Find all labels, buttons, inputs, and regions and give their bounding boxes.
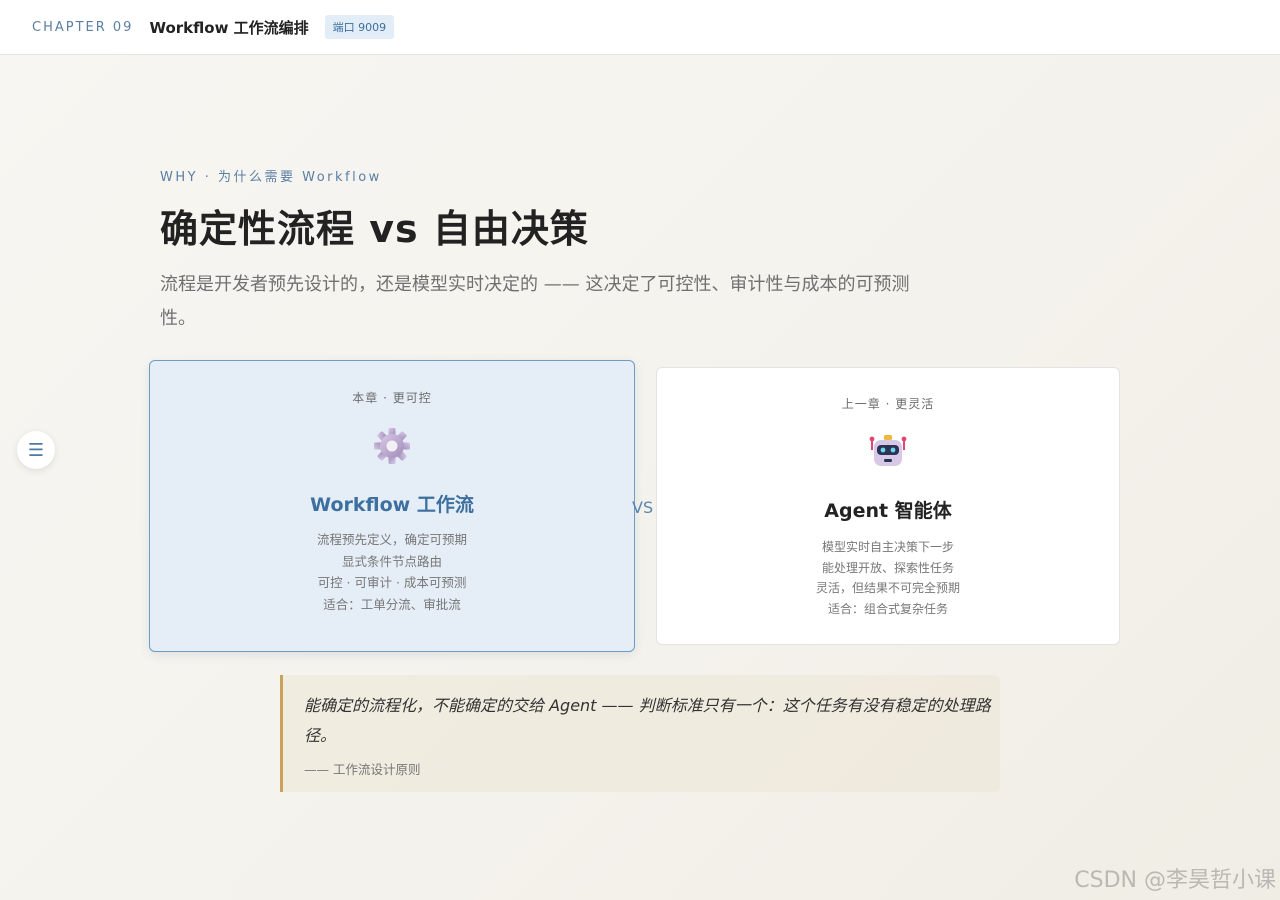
workflow-card-description: 流程预先定义，确定可预期 显式条件节点路由 可控 · 可审计 · 成本可预测 适… xyxy=(150,529,634,615)
top-bar: CHAPTER 09 Workflow 工作流编排 端口 9009 xyxy=(0,0,1280,55)
section-eyebrow: WHY · 为什么需要 Workflow xyxy=(160,170,382,185)
section-headline: 确定性流程 vs 自由决策 xyxy=(160,207,589,251)
workflow-card-line: 显式条件节点路由 xyxy=(341,553,442,569)
chapter-label: CHAPTER 09 xyxy=(32,19,134,35)
workflow-card-line: 适合：工单分流、审批流 xyxy=(323,596,461,612)
agent-card-line: 灵活，但结果不可完全预期 xyxy=(815,581,960,595)
agent-card-line: 能处理开放、探索性任务 xyxy=(821,560,954,575)
agent-card-line: 模型实时自主决策下一步 xyxy=(821,540,954,554)
vs-label: VS xyxy=(632,498,654,517)
workflow-card-title: Workflow 工作流 xyxy=(310,494,474,516)
robot-icon xyxy=(868,432,908,472)
watermark: CSDN @李昊哲小课 xyxy=(1074,868,1276,893)
port-badge: 端口 9009 xyxy=(324,15,395,39)
workflow-card-line: 可控 · 可审计 · 成本可预测 xyxy=(317,575,467,590)
agent-card-line: 适合：组合式复杂任务 xyxy=(827,601,948,616)
workflow-card[interactable]: 本章 · 更可控 Workflow 工作流 流程预先定义，确定可预期 显式条件节… xyxy=(149,360,635,652)
agent-card-title: Agent 智能体 xyxy=(824,500,952,522)
gear-icon xyxy=(372,426,412,466)
menu-button[interactable]: ☰ xyxy=(17,431,55,469)
workflow-card-line: 流程预先定义，确定可预期 xyxy=(316,532,467,547)
agent-card[interactable]: 上一章 · 更灵活 Agent 智能体 模型实时自主决策下一步 能处理开放、探索… xyxy=(656,367,1120,645)
agent-card-tag: 上一章 · 更灵活 xyxy=(841,397,935,411)
quote-source: —— 工作流设计原则 xyxy=(304,762,421,777)
quote-text: 能确定的流程化，不能确定的交给 Agent —— 判断标准只有一个：这个任务有没… xyxy=(304,696,991,745)
page-title: Workflow 工作流编排 xyxy=(149,18,309,37)
workflow-card-tag: 本章 · 更可控 xyxy=(352,391,432,405)
agent-card-description: 模型实时自主决策下一步 能处理开放、探索性任务 灵活，但结果不可完全预期 适合：… xyxy=(657,537,1119,619)
menu-icon: ☰ xyxy=(27,439,45,461)
principle-quote: 能确定的流程化，不能确定的交给 Agent —— 判断标准只有一个：这个任务有没… xyxy=(280,675,1000,792)
section-subhead: 流程是开发者预先设计的，还是模型实时决定的 —— 这决定了可控性、审计性与成本的… xyxy=(160,274,910,329)
